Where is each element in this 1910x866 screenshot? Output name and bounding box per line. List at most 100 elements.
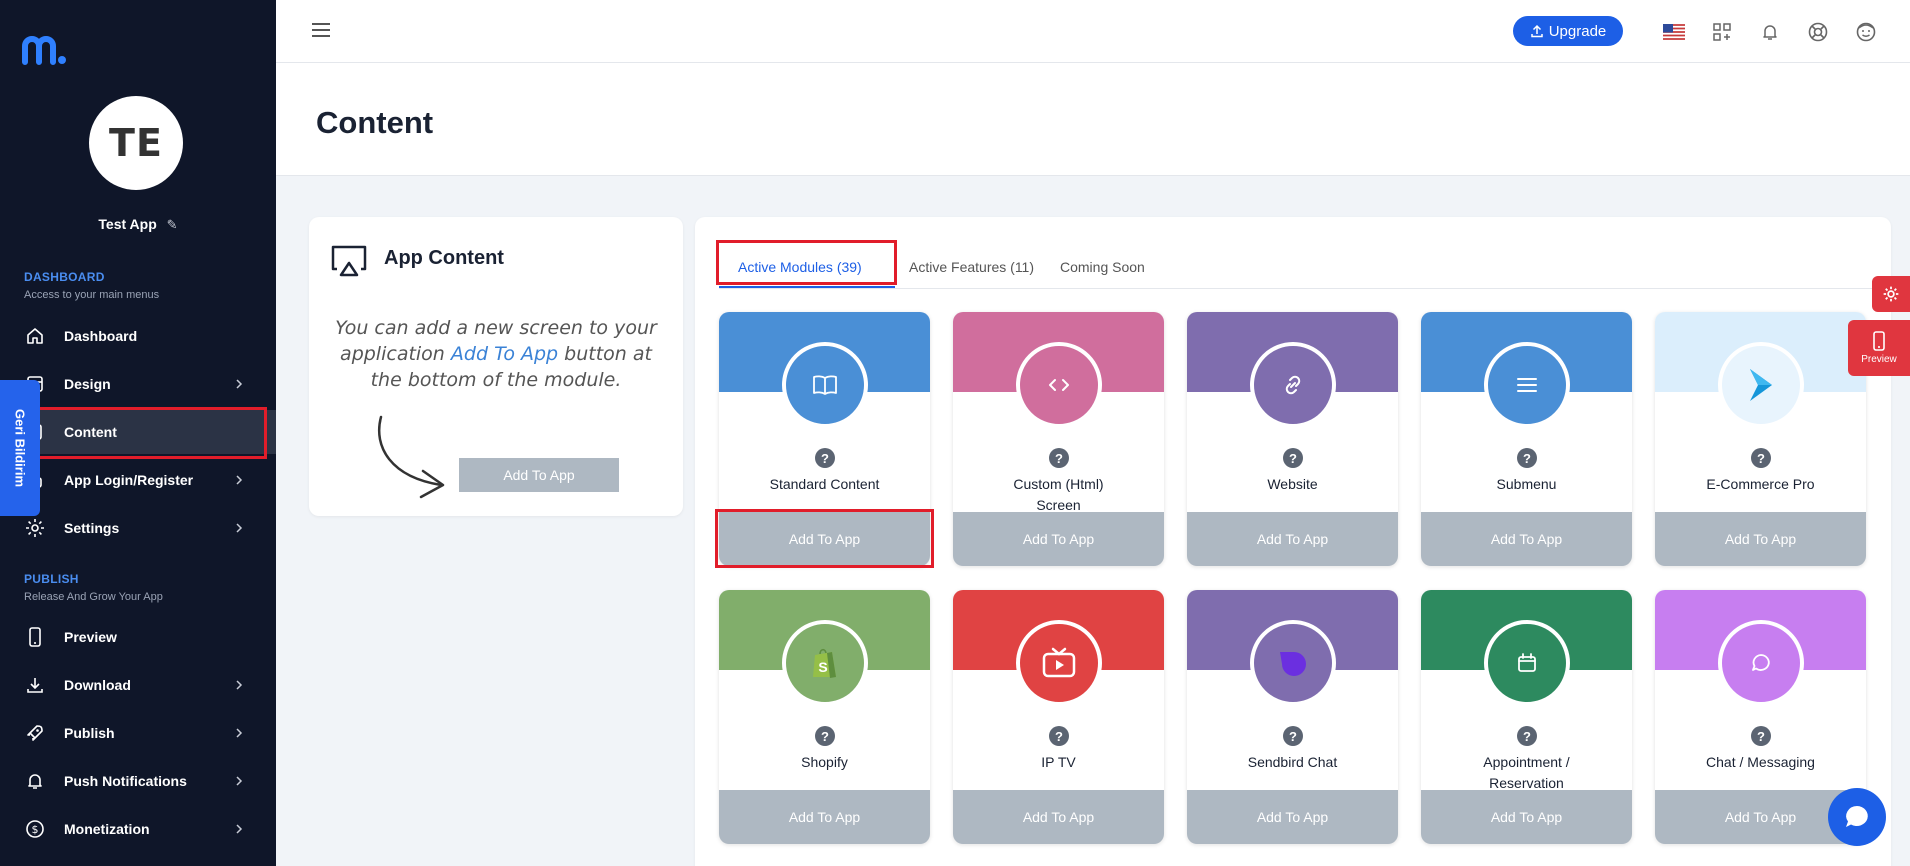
app-logo-icon[interactable] [22,36,68,66]
chevron-right-icon [236,728,243,738]
add-to-app-button[interactable]: Add To App [1187,512,1398,566]
module-name: Sendbird Chat [1247,754,1338,770]
book-icon [782,342,868,428]
top-bar: Upgrade [276,0,1910,63]
module-card-ip-tv: ? IP TV Add To App [953,590,1164,844]
curved-arrow-icon [378,415,445,499]
chat-bubble-icon [1846,806,1868,827]
preview-float-button[interactable]: Preview [1848,320,1910,376]
add-to-app-button[interactable]: Add To App [719,512,930,566]
list-icon [1484,342,1570,428]
add-widget-icon[interactable] [1710,20,1734,44]
module-card-appointment-reservation: ? Appointment / Reservation Add To App [1421,590,1632,844]
tab-coming-soon[interactable]: Coming Soon [1060,259,1145,275]
sidebar-item-content[interactable]: Content [0,410,276,454]
user-profile-icon[interactable] [1854,20,1878,44]
sidebar-item-download[interactable]: Download [0,663,276,707]
hamburger-menu-icon[interactable] [310,20,332,40]
sidebar-item-settings[interactable]: Settings [0,506,276,550]
publish-section-title: PUBLISH [24,572,79,586]
tv-icon [1016,620,1102,706]
tab-active-features[interactable]: Active Features (11) [909,259,1034,275]
hint-highlight: Add To App [450,343,559,365]
add-to-app-button[interactable]: Add To App [719,790,930,844]
chevron-right-icon [236,824,243,834]
svg-text:S: S [818,659,827,675]
sidebar-item-label: Preview [64,629,117,645]
app-content-card: App Content You can add a new screen to … [309,217,683,516]
code-icon [1016,342,1102,428]
upgrade-button[interactable]: Upgrade [1513,16,1623,46]
help-question-icon[interactable]: ? [1283,448,1303,468]
phone-icon [1873,331,1885,351]
chevron-right-icon [236,523,243,533]
module-card-custom-html-screen: ? Custom (Html) Screen Add To App [953,312,1164,566]
add-to-app-button[interactable]: Add To App [953,512,1164,566]
sidebar-item-push-notifications[interactable]: Push Notifications [0,759,276,803]
page-title: Content [316,105,434,140]
gear-icon [1883,286,1899,302]
modules-panel: Active Modules (39) Active Features (11)… [695,217,1891,866]
help-lifebuoy-icon[interactable] [1806,20,1830,44]
upload-icon [1530,24,1543,38]
sidebar-item-label: Download [64,677,131,693]
module-card-submenu: ? Submenu Add To App [1421,312,1632,566]
dashboard-section-subtitle: Access to your main menus [24,289,160,301]
sidebar-item-publish[interactable]: Publish [0,711,276,755]
help-question-icon[interactable]: ? [1517,448,1537,468]
add-to-app-button[interactable]: Add To App [953,790,1164,844]
ecommerce-logo-icon [1718,342,1804,428]
preview-label: Preview [1861,354,1897,365]
screen-cast-icon [331,245,367,277]
module-tabs: Active Modules (39) Active Features (11)… [719,241,1879,289]
sidebar-item-design[interactable]: Design [0,362,276,406]
module-name: Submenu [1496,476,1557,492]
bell-icon[interactable] [1758,20,1782,44]
app-content-hint: You can add a new screen to your applica… [329,315,663,393]
sidebar-item-preview[interactable]: Preview [0,615,276,659]
add-to-app-demo-button: Add To App [459,458,619,492]
sidebar-item-label: Push Notifications [64,773,187,789]
sidebar-item-app-login-register[interactable]: App Login/Register [0,458,276,502]
chat-icon [1718,620,1804,706]
help-question-icon[interactable]: ? [1049,726,1069,746]
tab-active-modules[interactable]: Active Modules (39) [738,259,862,275]
app-name[interactable]: Test App ✎ [0,216,276,233]
pencil-icon[interactable]: ✎ [167,217,178,233]
sidebar-item-label: Design [64,376,111,392]
module-card-sendbird-chat: ? Sendbird Chat Add To App [1187,590,1398,844]
help-question-icon[interactable]: ? [1517,726,1537,746]
sendbird-icon [1250,620,1336,706]
svg-text:$: $ [32,823,39,836]
help-question-icon[interactable]: ? [1283,726,1303,746]
calendar-icon [1484,620,1570,706]
avatar[interactable]: TE [89,96,183,190]
live-chat-button[interactable] [1828,788,1886,846]
help-question-icon[interactable]: ? [1751,726,1771,746]
help-question-icon[interactable]: ? [815,726,835,746]
module-name: Shopify [801,754,848,770]
feedback-tab[interactable]: Geri Bildirim [0,380,40,516]
chevron-right-icon [236,776,243,786]
module-name: Standard Content [769,476,880,492]
module-name: Custom (Html) Screen [1013,476,1104,513]
sidebar-item-dashboard[interactable]: Dashboard [0,314,276,358]
settings-float-button[interactable] [1872,276,1910,312]
add-to-app-button[interactable]: Add To App [1421,790,1632,844]
help-question-icon[interactable]: ? [815,448,835,468]
add-to-app-button[interactable]: Add To App [1655,512,1866,566]
module-card-website: ? Website Add To App [1187,312,1398,566]
app-name-label: Test App [98,216,157,232]
chevron-right-icon [236,379,243,389]
us-flag-icon[interactable] [1662,20,1686,44]
help-question-icon[interactable]: ? [1049,448,1069,468]
sidebar-item-monetization[interactable]: $ Monetization [0,807,276,851]
sidebar-item-label: Monetization [64,821,150,837]
add-to-app-button[interactable]: Add To App [1421,512,1632,566]
download-icon [24,674,46,696]
add-to-app-button[interactable]: Add To App [1187,790,1398,844]
module-name: Chat / Messaging [1706,754,1815,770]
module-card-shopify: S ? Shopify Add To App [719,590,930,844]
help-question-icon[interactable]: ? [1751,448,1771,468]
dollar-icon: $ [24,818,46,840]
